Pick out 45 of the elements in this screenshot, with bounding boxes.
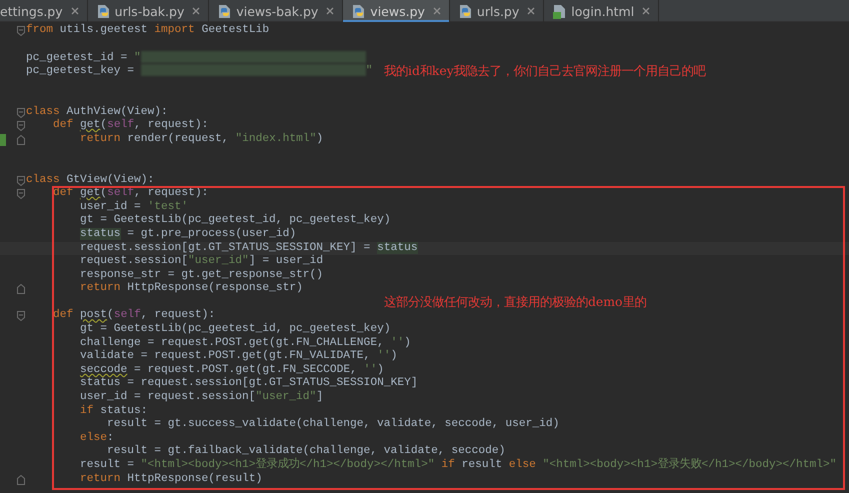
python-file-icon — [458, 4, 473, 18]
code-line: else: — [79, 432, 114, 444]
code-line: if status: — [79, 404, 148, 418]
code-line: status = request.session[gt.GT_STATUS_SESSION_KEY] — [79, 377, 418, 390]
close-icon — [192, 7, 200, 15]
close-icon — [326, 7, 334, 15]
code-line: status = gt.pre_process(user_id) — [79, 228, 296, 242]
python-file-icon — [96, 4, 111, 18]
code-line: pc_geetest_key = " — [26, 64, 373, 79]
code-line: user_id = request.session["user_id"] — [79, 391, 324, 404]
code-line: pc_geetest_id = " — [26, 50, 366, 66]
code-line: class AuthView(View): — [26, 106, 168, 118]
code-line: request.session[gt.GT_STATUS_SESSION_KEY] = status — [79, 242, 418, 254]
code-line: return HttpResponse(result) — [79, 472, 262, 486]
code-line: gt = GeetestLib(pc_geetest_id, pc_geetest_key) — [79, 323, 391, 336]
editor-tab[interactable]: views.py — [343, 0, 450, 22]
close-icon — [527, 7, 536, 15]
python-file-icon — [351, 4, 366, 18]
code-line: validate = request.POST.get(gt.FN_VALIDATE, '') — [79, 350, 398, 364]
code-line: result = "<html><body><h1>登录成功</h1></body></html>" if result else "<html><body><h1>登录失败</h1></body></html>" — [79, 459, 836, 472]
python-file-icon — [217, 4, 232, 18]
code-line: result = gt.failback_validate(challenge, validate, seccode) — [106, 445, 506, 458]
close-icon — [642, 7, 650, 15]
code-line: result = gt.success_validate(challenge, validate, seccode, user_id) — [106, 418, 560, 432]
code-line: seccode = request.POST.get(gt.FN_SECCODE, '') — [79, 364, 384, 376]
close-icon — [70, 7, 79, 15]
code-line: return HttpResponse(response_str) — [79, 282, 303, 296]
code-line: def post(self, request): — [52, 309, 216, 322]
code-line: response_str = gt.get_response_str() — [79, 268, 324, 282]
code-line: user_id = 'test' — [79, 200, 188, 214]
editor-tab[interactable]: ettings.py — [0, 0, 88, 22]
editor-tab[interactable]: urls.py — [450, 0, 544, 22]
code-line: def get(self, request): — [52, 119, 208, 132]
code-line: challenge = request.POST.get(gt.FN_CHALLENGE, '') — [79, 336, 411, 350]
annotation-text: 这部分没做任何改动，直接用的极验的demo里的 — [384, 294, 646, 311]
close-icon — [432, 7, 441, 15]
code-line: from utils.geetest import GeetestLib — [26, 24, 270, 38]
annotation-text: 我的id和key我隐去了，你们自己去官网注册一个用自己的吧 — [384, 62, 706, 80]
editor-tab[interactable]: login.html — [544, 0, 660, 22]
code-line: return render(request, "index.html") — [79, 132, 324, 146]
code-line: class GtView(View): — [26, 174, 154, 188]
html-file-icon — [552, 4, 568, 18]
code-line: request.session["user_id"] = user_id — [79, 255, 324, 268]
code-line: gt = GeetestLib(pc_geetest_id, pc_geetest_key) — [79, 214, 391, 228]
editor-tab[interactable]: urls-bak.py — [88, 0, 210, 22]
